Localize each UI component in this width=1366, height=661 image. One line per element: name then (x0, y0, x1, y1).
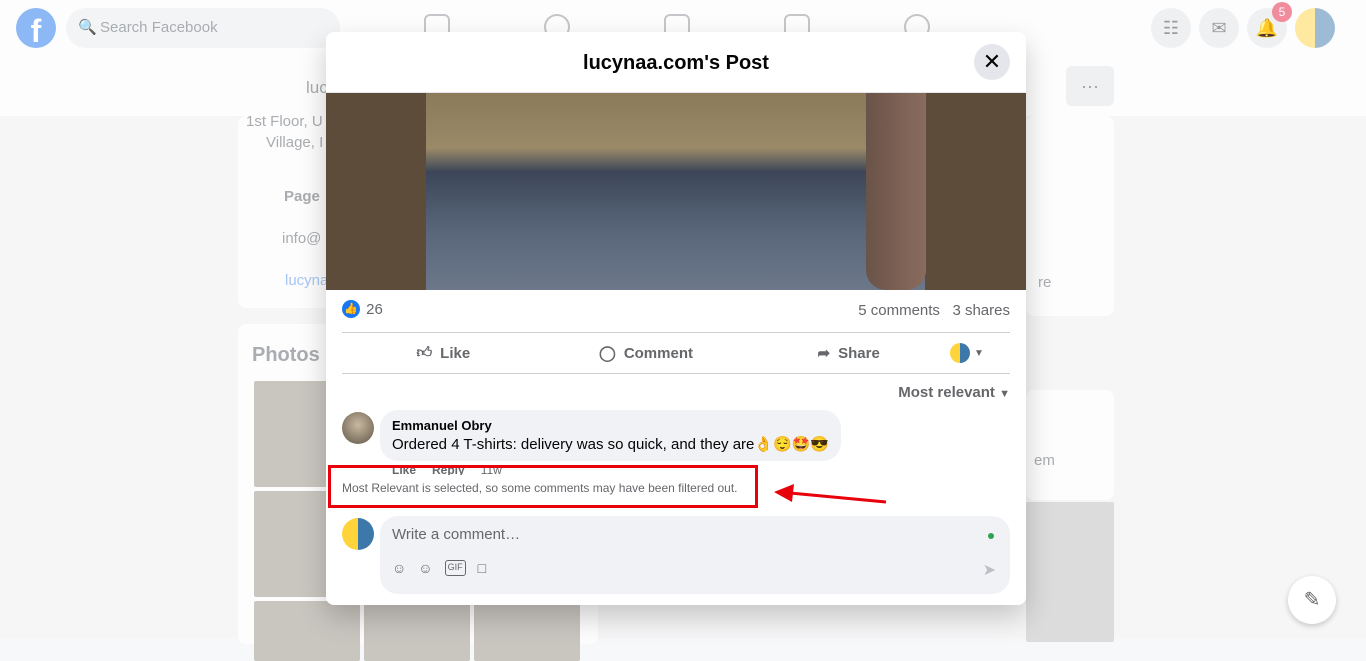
photo (426, 93, 926, 290)
comments-count[interactable]: 5 comments (858, 302, 940, 319)
create-post-card: re (1026, 116, 1114, 316)
post-image (1026, 502, 1114, 642)
page-name: luc (306, 78, 328, 97)
search-input[interactable]: 🔍 Search Facebook (66, 8, 340, 48)
emoji-icon[interactable]: ☺ (418, 560, 432, 576)
like-count[interactable]: 26 (366, 301, 383, 318)
comment-sort-dropdown[interactable]: Most relevant ▼ (898, 384, 1010, 401)
post-card: em (1026, 390, 1114, 500)
avatar-sticker-icon[interactable]: ☺ (392, 560, 406, 576)
comment-placeholder: Write a comment… (392, 526, 521, 543)
email-link[interactable]: info@ (282, 230, 321, 247)
sticker-icon[interactable]: □ (478, 560, 486, 576)
share-arrow-icon: ➦ (817, 345, 831, 362)
share-label: Share (838, 344, 880, 362)
gif-icon[interactable]: GIF (444, 560, 466, 576)
page-info-label: Page (284, 188, 320, 205)
photo-thumbnail[interactable] (254, 601, 360, 661)
annotation-arrow (774, 484, 887, 504)
menu-grid-icon[interactable]: ☷ (1151, 8, 1191, 48)
shares-count[interactable]: 3 shares (952, 302, 1010, 319)
account-avatar[interactable] (1295, 8, 1335, 48)
address-line: 1st Floor, U (246, 113, 323, 130)
text-fragment: em (1034, 452, 1055, 469)
comment-bubble: Emmanuel Obry Ordered 4 T-shirts: delive… (380, 410, 842, 461)
profile-avatar (950, 343, 971, 363)
thumbs-up-icon: 👍︎ (416, 344, 433, 361)
photo-thumbnail[interactable] (364, 601, 470, 661)
comment-label: Comment (623, 344, 693, 362)
text-fragment: re (1038, 274, 1052, 291)
facebook-logo[interactable]: f (16, 8, 56, 49)
comment-bubble-icon: ◯ (599, 345, 616, 362)
commenter-avatar[interactable] (342, 412, 374, 444)
address-line: Village, I (266, 134, 324, 151)
online-dot (988, 533, 994, 539)
like-button[interactable]: 👍︎ Like (342, 333, 545, 373)
sort-label: Most relevant (898, 384, 995, 401)
post-stats: 👍 26 5 comments 3 shares (342, 300, 1010, 324)
photo-thumbnail[interactable] (474, 601, 580, 661)
search-icon: 🔍 (78, 19, 97, 36)
post-dialog: lucynaa.com's Post ✕ 👍 26 5 comments 3 s… (326, 32, 1026, 605)
send-icon[interactable]: ➤ (983, 560, 996, 580)
post-actions: 👍︎ Like ◯ Comment ➦ Share ▼ (342, 333, 1010, 373)
reaction-profile-selector[interactable]: ▼ (950, 333, 1010, 373)
divider (342, 373, 1010, 374)
comment-button[interactable]: ◯ Comment (545, 333, 748, 373)
comment-input[interactable]: Write a comment… ☺ ☺ GIF □ ➤ (380, 516, 1010, 594)
arrow-line (789, 491, 887, 504)
dialog-title: lucynaa.com's Post (326, 32, 1026, 93)
post-image[interactable] (326, 93, 1026, 290)
my-avatar[interactable] (342, 518, 374, 550)
edit-icon: ✎ (1303, 589, 1321, 611)
more-options-button[interactable]: ··· (1066, 66, 1114, 106)
caret-down-icon: ▼ (974, 347, 984, 359)
messenger-icon[interactable]: ✉ (1199, 8, 1239, 48)
notification-badge: 5 (1272, 2, 1292, 22)
arrow-head (774, 484, 794, 502)
photos-title: Photos (252, 344, 320, 366)
like-reaction-icon[interactable]: 👍 (342, 300, 360, 319)
close-icon: ✕ (982, 49, 1002, 74)
photo-detail (866, 93, 926, 290)
like-label: Like (440, 344, 471, 362)
comment-author[interactable]: Emmanuel Obry (392, 418, 829, 433)
close-button[interactable]: ✕ (974, 44, 1010, 80)
new-message-button[interactable]: ✎ (1288, 576, 1336, 624)
highlight-box (328, 465, 758, 508)
website-link[interactable]: lucyna (285, 272, 328, 289)
share-button[interactable]: ➦ Share (747, 333, 950, 373)
caret-down-icon: ▼ (999, 388, 1010, 400)
comment-text: Ordered 4 T-shirts: delivery was so quic… (392, 436, 830, 453)
comment-tools: ☺ ☺ GIF □ (392, 560, 486, 576)
search-placeholder: Search Facebook (100, 19, 218, 36)
